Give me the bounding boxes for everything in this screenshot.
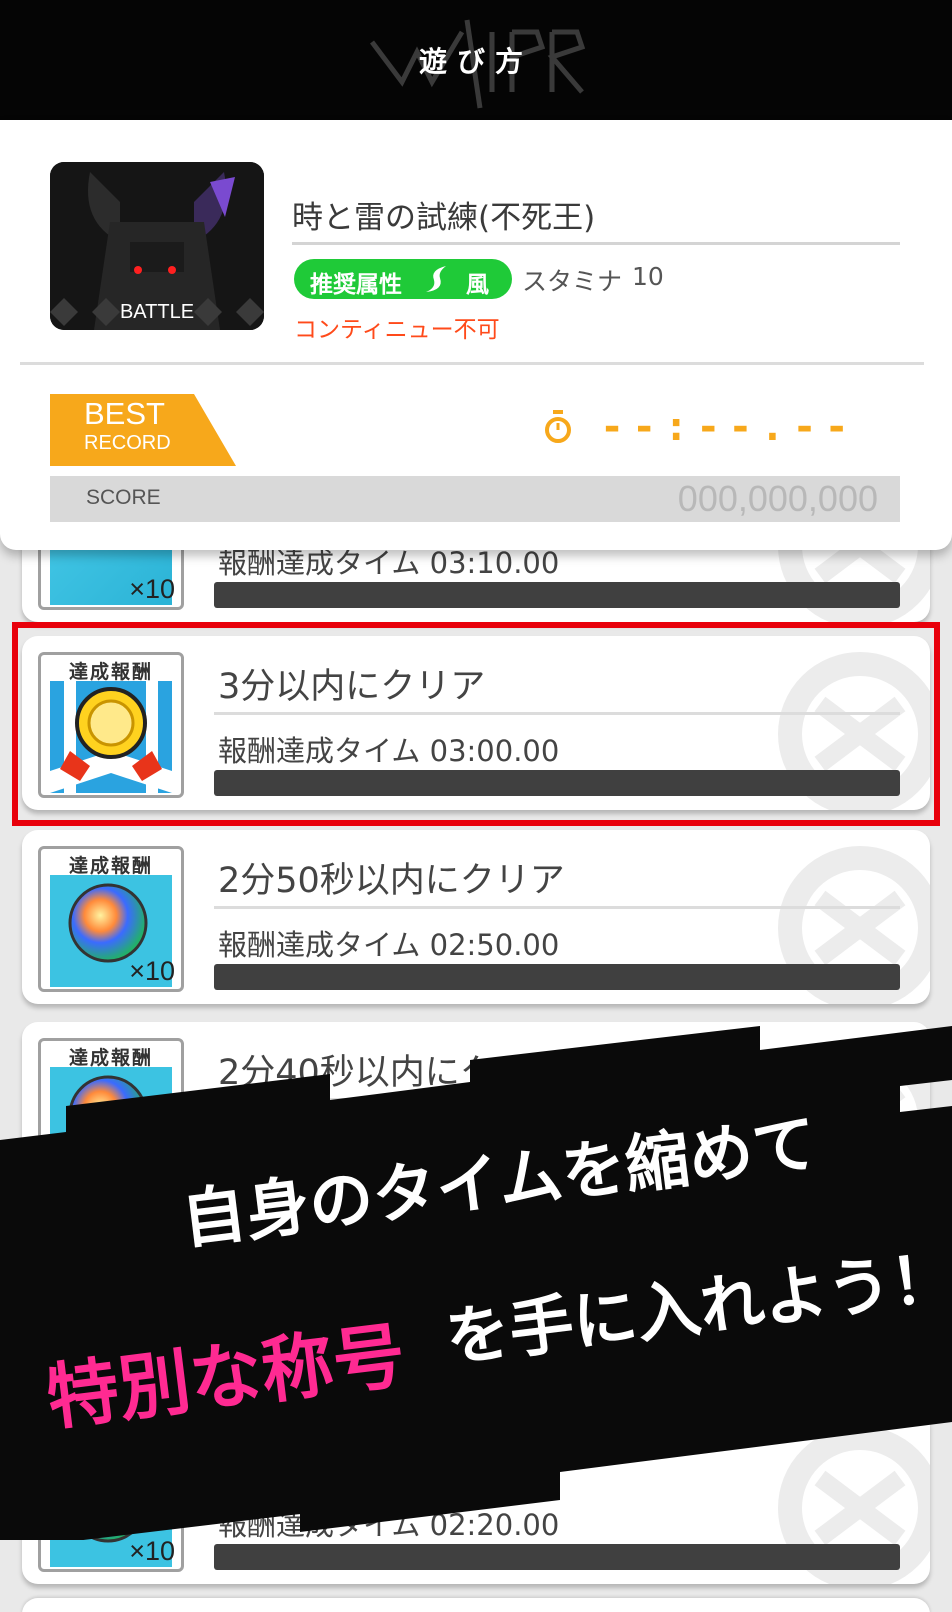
best-time-value: --:--.-- xyxy=(600,404,857,450)
recommended-element-name: 風 xyxy=(466,272,489,298)
score-value: 000,000,000 xyxy=(677,478,878,519)
stamina-value: 10 xyxy=(632,262,664,291)
recommended-element-badge: 推奨属性 風 xyxy=(294,259,512,299)
score-label: SCORE xyxy=(86,486,161,509)
reward-thumbnail: 達成報酬 ×10 xyxy=(38,846,184,992)
divider xyxy=(292,242,900,245)
quest-info-card: BATTLE 時と雷の試練(不死王) 推奨属性 風 スタミナ 10 コンティニュ… xyxy=(0,120,952,550)
recommended-element-label: 推奨属性 xyxy=(310,272,402,298)
stopwatch-icon xyxy=(545,410,571,443)
reward-count: ×10 xyxy=(129,956,175,986)
highlight-frame xyxy=(12,622,940,826)
wind-element-icon xyxy=(426,266,446,292)
reward-progress-bar xyxy=(214,582,900,608)
stamina-label: スタミナ xyxy=(522,267,623,296)
record-label: RECORD xyxy=(84,432,171,454)
reward-progress-bar xyxy=(214,1544,900,1570)
reward-count: ×10 xyxy=(129,574,175,604)
divider xyxy=(20,362,924,365)
score-bar: SCORE 000,000,000 xyxy=(50,476,900,522)
reward-type-label: 達成報酬 xyxy=(68,855,153,877)
reward-row-6[interactable] xyxy=(22,1598,930,1612)
reward-progress-bar xyxy=(214,964,900,990)
app-header: 遊び方 xyxy=(0,0,952,120)
best-label: BEST xyxy=(84,396,165,431)
reward-condition-title: 2分50秒以内にクリア xyxy=(218,861,565,901)
quest-thumbnail[interactable]: BATTLE xyxy=(50,162,264,330)
reward-time-label: 報酬達成タイム 02:50.00 xyxy=(218,928,560,962)
quest-title: 時と雷の試練(不死王) xyxy=(292,200,596,236)
best-record-badge: BEST RECORD xyxy=(50,394,236,466)
reward-row-3[interactable]: 達成報酬 ×10 2分50秒以内にクリア 報酬達成タイム 02:50.00 xyxy=(22,830,930,1004)
page-title: 遊び方 xyxy=(418,45,533,78)
reward-count: ×10 xyxy=(129,1536,175,1566)
continue-restriction-note: コンティニュー不可 xyxy=(294,317,500,343)
quest-type-label: BATTLE xyxy=(119,301,195,323)
divider xyxy=(214,906,900,909)
